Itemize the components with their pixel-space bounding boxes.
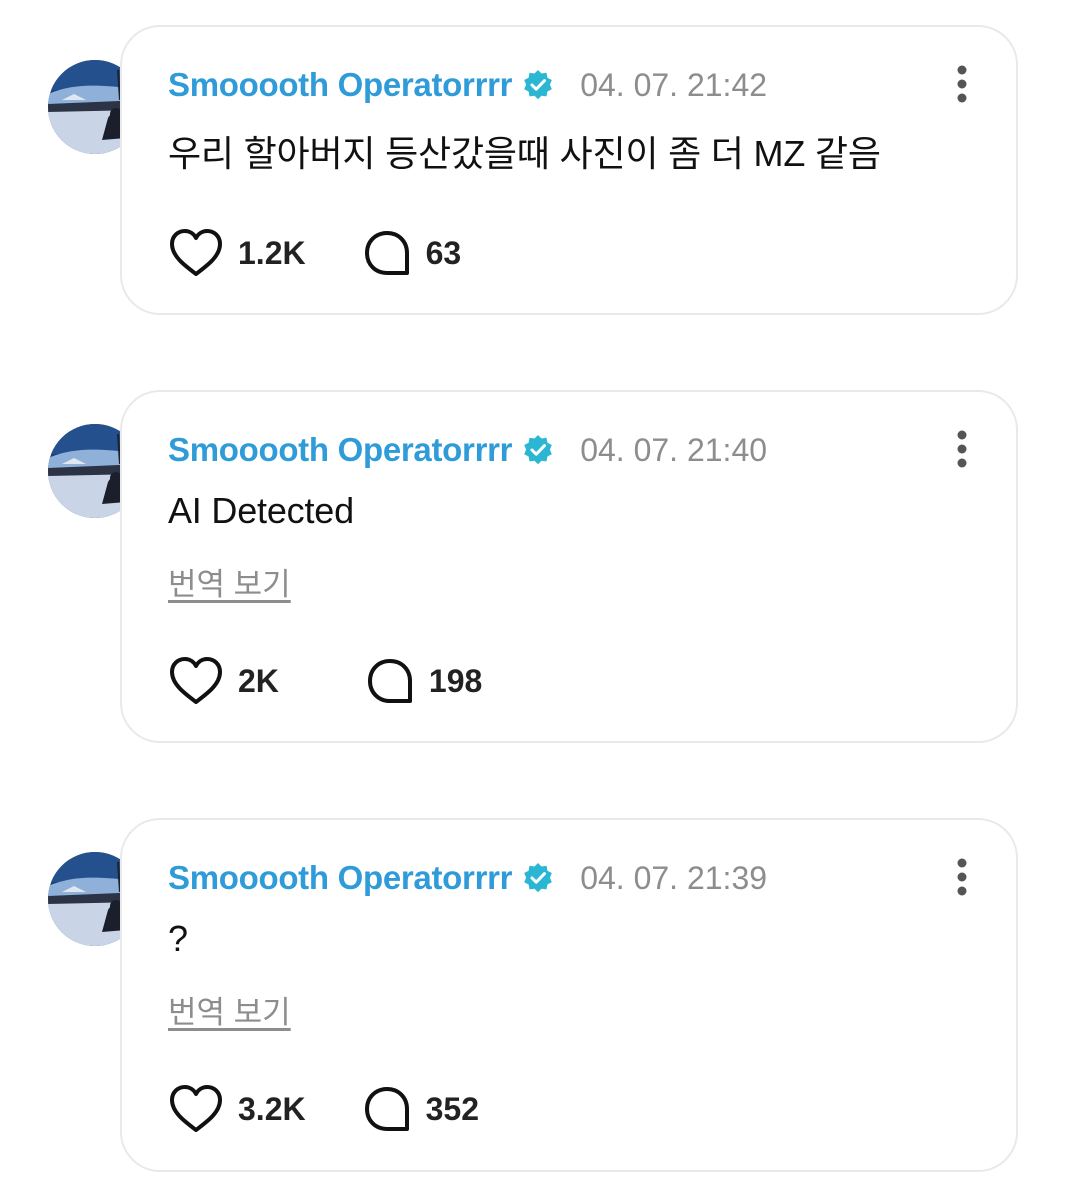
comment-card: Smooooth Operatorrrr 04. 07. 21:39 ? 번역 … [120,818,1018,1172]
heart-icon [168,655,224,707]
translate-link[interactable]: 번역 보기 [168,987,291,1032]
comment-card: Smooooth Operatorrrr 04. 07. 21:40 AI De… [120,390,1018,743]
comment-actions: 3.2K 352 [168,1083,535,1135]
reply-count: 63 [425,234,462,271]
like-count: 1.2K [238,234,306,271]
comment-text: AI Detected [168,490,354,531]
reply-bubble-icon [362,228,412,278]
verified-badge-icon [522,862,554,894]
username[interactable]: Smooooth Operatorrrr [168,66,513,104]
reply-button[interactable]: 352 [362,1084,479,1134]
username[interactable]: Smooooth Operatorrrr [168,859,513,897]
reply-bubble-icon [365,656,415,706]
verified-badge-icon [522,434,554,466]
comment-actions: 1.2K 63 [168,227,517,279]
heart-icon [168,1083,224,1135]
comment-card: Smooooth Operatorrrr 04. 07. 21:42 우리 할아… [120,25,1018,315]
comment-header: Smooooth Operatorrrr 04. 07. 21:40 [168,430,767,470]
comment-text: 우리 할아버지 등산갔을때 사진이 좀 더 MZ 같음 [168,133,881,174]
reply-button[interactable]: 63 [362,228,462,278]
reply-count: 198 [428,662,483,699]
more-options-icon[interactable] [956,65,968,103]
like-button[interactable]: 3.2K [168,1083,306,1135]
timestamp: 04. 07. 21:39 [580,859,768,896]
comment-header: Smooooth Operatorrrr 04. 07. 21:39 [168,858,767,898]
like-button[interactable]: 2K [168,655,279,707]
like-count: 3.2K [238,1090,306,1127]
timestamp: 04. 07. 21:42 [580,66,768,103]
like-button[interactable]: 1.2K [168,227,306,279]
like-count: 2K [238,662,279,699]
more-options-icon[interactable] [956,858,968,896]
timestamp: 04. 07. 21:40 [580,431,768,468]
username[interactable]: Smooooth Operatorrrr [168,431,513,469]
comment-actions: 2K 198 [168,655,538,707]
heart-icon [168,227,224,279]
comment-header: Smooooth Operatorrrr 04. 07. 21:42 [168,65,767,105]
more-options-icon[interactable] [956,430,968,468]
comment-text: ? [168,918,188,959]
verified-badge-icon [522,69,554,101]
reply-count: 352 [425,1090,479,1127]
reply-bubble-icon [362,1084,412,1134]
reply-button[interactable]: 198 [365,656,482,706]
translate-link[interactable]: 번역 보기 [168,559,291,604]
